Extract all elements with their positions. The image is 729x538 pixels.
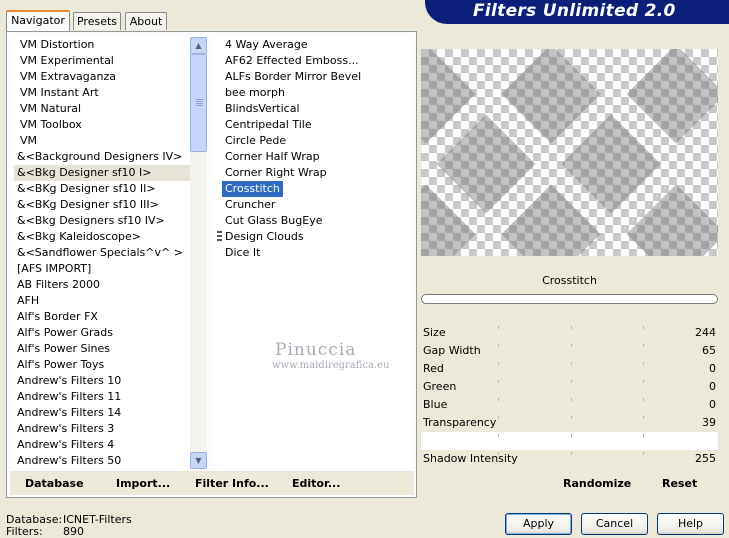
scroll-down-icon[interactable]: ▼	[190, 452, 207, 469]
scroll-up-icon[interactable]: ▲	[190, 37, 207, 54]
category-item[interactable]: VM Extravaganza	[14, 69, 190, 85]
parameter-label: Gap Width	[423, 344, 481, 357]
parameter-slider[interactable]: Shadow Intensity 255	[421, 450, 718, 468]
database-button[interactable]: Database	[25, 477, 84, 490]
category-item[interactable]: &<Bkg Kaleidoscope>	[14, 229, 190, 245]
filter-info-button[interactable]: Filter Info...	[195, 477, 269, 490]
editor-button[interactable]: Editor...	[292, 477, 340, 490]
filter-item[interactable]: Cut Glass BugEye	[222, 213, 325, 229]
filter-item[interactable]: Centripedal Tile	[222, 117, 315, 133]
category-item[interactable]: Alf's Power Grads	[14, 325, 190, 341]
category-item[interactable]: Andrew's Filters 4	[14, 437, 190, 453]
parameter-slider[interactable]	[421, 432, 718, 450]
parameter-label: Size	[423, 326, 446, 339]
category-item[interactable]: Alf's Power Sines	[14, 341, 190, 357]
category-item[interactable]: VM Toolbox	[14, 117, 190, 133]
parameter-label: Shadow Intensity	[423, 452, 518, 465]
header-banner: Filters Unlimited 2.0	[425, 0, 729, 24]
import-button[interactable]: Import...	[116, 477, 170, 490]
category-item[interactable]: Alf's Border FX	[14, 309, 190, 325]
filter-item[interactable]: Dice It	[222, 245, 263, 261]
category-item[interactable]: AB Filters 2000	[14, 277, 190, 293]
category-item[interactable]: Andrew's Filters 3	[14, 421, 190, 437]
parameter-value: 0	[709, 380, 716, 393]
filter-item[interactable]: Design Clouds	[222, 229, 307, 245]
category-item[interactable]: &<BKg Designer sf10 III>	[14, 197, 190, 213]
parameter-slider[interactable]: Gap Width 65	[421, 342, 718, 360]
parameter-value: 39	[702, 416, 716, 429]
filters-count: 890	[63, 525, 84, 538]
parameter-label: Red	[423, 362, 444, 375]
category-item[interactable]: &<Bkg Designers sf10 IV>	[14, 213, 190, 229]
parameter-slider[interactable]: Size 244	[421, 324, 718, 342]
filter-item[interactable]: Corner Right Wrap	[222, 165, 330, 181]
filter-item[interactable]: Cruncher	[222, 197, 278, 213]
category-item[interactable]: &<BKg Designer sf10 II>	[14, 181, 190, 197]
reset-button[interactable]: Reset	[662, 477, 697, 490]
category-item[interactable]: &<Bkg Designer sf10 I>	[14, 165, 190, 181]
category-list[interactable]: VM Distortion VM Experimental VM Extravaga…	[14, 37, 190, 469]
filter-item[interactable]: Circle Pede	[222, 133, 289, 149]
category-item[interactable]: &<Background Designers IV>	[14, 149, 190, 165]
selected-filter-label: Crosstitch	[421, 270, 718, 292]
filter-item[interactable]: AF62 Effected Emboss...	[222, 53, 362, 69]
filter-item[interactable]: BlindsVertical	[222, 101, 303, 117]
category-item[interactable]: &<Sandflower Specials^v^ >	[14, 245, 190, 261]
right-button-bar: Randomize Reset	[421, 471, 718, 495]
apply-button[interactable]: Apply	[505, 513, 572, 535]
scroll-thumb[interactable]	[190, 54, 207, 152]
progress-bar	[421, 294, 718, 304]
filter-item[interactable]: Corner Half Wrap	[222, 149, 323, 165]
watermark-signature: Pinuccia	[275, 340, 357, 360]
parameter-label: Transparency	[423, 416, 497, 429]
category-item[interactable]: Alf's Power Toys	[14, 357, 190, 373]
parameter-slider[interactable]: Green 0	[421, 378, 718, 396]
tab-navigator[interactable]: Navigator	[6, 10, 70, 31]
parameter-label: Blue	[423, 398, 448, 411]
parameter-panel: Size 244 Gap Width 65 Red 0 Green 0 Blue 0 Transpa…	[421, 324, 718, 468]
category-item[interactable]: [AFS IMPORT]	[14, 261, 190, 277]
parameter-value: 65	[702, 344, 716, 357]
filter-item[interactable]: Crosstitch	[222, 181, 283, 197]
filter-item[interactable]: bee morph	[222, 85, 288, 101]
tab-about[interactable]: About	[125, 12, 167, 30]
parameter-label: Green	[423, 380, 457, 393]
category-item[interactable]: Andrew's Filters 14	[14, 405, 190, 421]
category-item[interactable]: Andrew's Filters 11	[14, 389, 190, 405]
category-item[interactable]: VM Natural	[14, 101, 190, 117]
category-item[interactable]: Andrew's Filters 10	[14, 373, 190, 389]
parameter-slider[interactable]: Blue 0	[421, 396, 718, 414]
filter-item[interactable]: ALFs Border Mirror Bevel	[222, 69, 364, 85]
category-item[interactable]: VM Distortion	[14, 37, 190, 53]
watermark-url: www.maidiregrafica.eu	[272, 360, 390, 371]
category-item[interactable]: AFH	[14, 293, 190, 309]
parameter-value: 0	[709, 398, 716, 411]
category-item[interactable]: VM Instant Art	[14, 85, 190, 101]
category-item[interactable]: Andrew's Filters 50	[14, 453, 190, 469]
parameter-value: 244	[695, 326, 716, 339]
parameter-value: 255	[695, 452, 716, 465]
tab-presets[interactable]: Presets	[73, 12, 121, 30]
app-title: Filters Unlimited 2.0	[473, 1, 676, 21]
drag-grip-icon	[217, 231, 222, 243]
cancel-button[interactable]: Cancel	[581, 513, 648, 535]
category-item[interactable]: VM	[14, 133, 190, 149]
category-item[interactable]: VM Experimental	[14, 53, 190, 69]
filters-label: Filters:	[6, 525, 43, 538]
left-button-bar: Database Import... Filter Info... Editor…	[10, 471, 414, 495]
randomize-button[interactable]: Randomize	[563, 477, 631, 490]
help-button[interactable]: Help	[657, 513, 724, 535]
category-scrollbar[interactable]: ▲ ▼	[190, 37, 207, 469]
filter-list[interactable]: 4 Way Average AF62 Effected Emboss... ALFs…	[214, 37, 412, 469]
parameter-slider[interactable]: Transparency 39	[421, 414, 718, 432]
filter-item[interactable]: 4 Way Average	[222, 37, 311, 53]
parameter-slider[interactable]: Red 0	[421, 360, 718, 378]
parameter-value: 0	[709, 362, 716, 375]
filter-preview	[421, 49, 718, 256]
